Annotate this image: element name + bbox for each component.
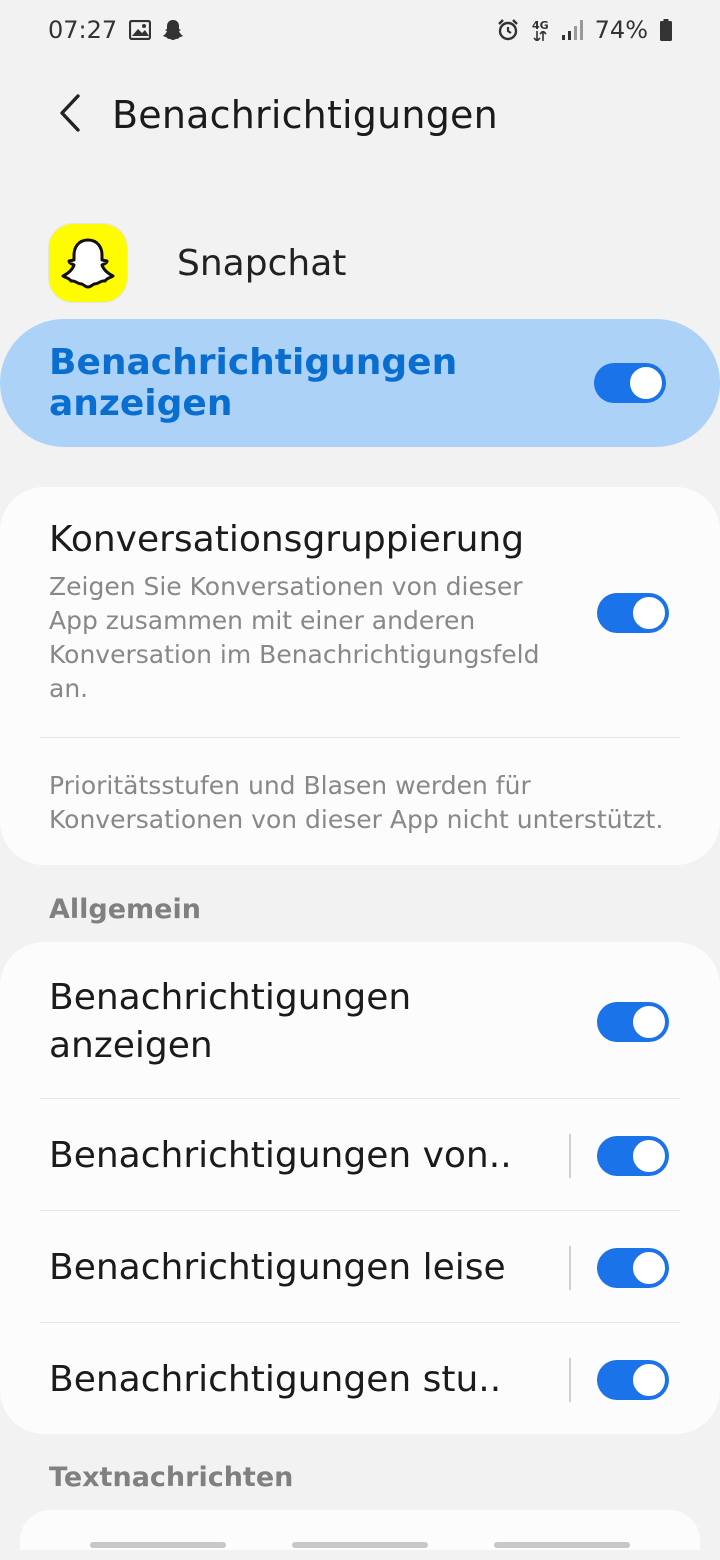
section-header-text-messages: Textnachrichten (49, 1462, 294, 1493)
conversation-grouping-description: Zeigen Sie Konversationen von dieser App… (49, 572, 540, 703)
show-notifications-toggle[interactable] (597, 1002, 669, 1042)
general-item-show-notifications[interactable]: Benachrichtigungen anzeigen (49, 974, 669, 1070)
row-right (569, 1246, 669, 1290)
notifications-from-toggle[interactable] (597, 1136, 669, 1176)
battery-icon (660, 19, 672, 41)
conversation-text: Konversationsgruppierung Zeigen Sie Konv… (49, 519, 559, 706)
master-toggle-label: Benachrichtigungen anzeigen (49, 342, 458, 424)
row-right (569, 1358, 669, 1402)
divider (40, 737, 680, 738)
status-right: 4G 74% (496, 16, 672, 44)
page-title: Benachrichtigungen (112, 93, 498, 137)
alarm-icon (496, 18, 520, 42)
master-toggle-switch[interactable] (594, 363, 666, 403)
divider (40, 1210, 680, 1211)
vertical-separator (569, 1358, 571, 1402)
app-name: Snapchat (177, 242, 347, 284)
app-bar: Benachrichtigungen (0, 70, 720, 160)
toggle-knob (628, 365, 664, 401)
toggle-knob (631, 1362, 667, 1398)
general-item-label: Benachrichtigungen anzeigen (49, 977, 412, 1066)
general-card: Benachrichtigungen anzeigen Benachrichti… (0, 942, 720, 1434)
status-left: 07:27 (48, 16, 184, 44)
general-item-notifications-silent[interactable]: Benachrichtigungen leise (49, 1214, 669, 1322)
image-icon (129, 20, 152, 40)
navigation-bar (0, 1536, 720, 1560)
toggle-knob (631, 1004, 667, 1040)
status-bar: 07:27 4G 74% (0, 0, 720, 60)
conversation-grouping-toggle[interactable] (597, 592, 669, 633)
back-arrow-icon (56, 93, 84, 137)
conversation-note: Prioritätsstufen und Blasen werden für K… (49, 771, 664, 834)
general-item-label: Benachrichtigungen leise (49, 1247, 506, 1288)
conversation-grouping-title: Konversationsgruppierung (49, 519, 525, 560)
toggle-knob (631, 1138, 667, 1174)
notifications-muted-toggle[interactable] (597, 1360, 669, 1400)
master-notification-toggle-row[interactable]: Benachrichtigungen anzeigen (0, 319, 720, 447)
signal-icon (561, 19, 583, 41)
battery-percent: 74% (594, 16, 648, 44)
general-item-notifications-muted[interactable]: Benachrichtigungen stu.. (49, 1326, 669, 1434)
notifications-silent-toggle[interactable] (597, 1248, 669, 1288)
snapchat-ghost-icon (49, 224, 127, 302)
conversation-card: Konversationsgruppierung Zeigen Sie Konv… (0, 487, 720, 865)
network-4g-icon: 4G (532, 20, 549, 41)
divider (40, 1322, 680, 1323)
nav-recent-handle[interactable] (90, 1542, 226, 1548)
vertical-separator (569, 1246, 571, 1290)
section-header-general: Allgemein (49, 894, 201, 925)
toggle-knob (631, 1250, 667, 1286)
conversation-grouping-row[interactable]: Konversationsgruppierung Zeigen Sie Konv… (49, 519, 669, 706)
app-header: Snapchat (0, 218, 720, 308)
divider (40, 1098, 680, 1099)
status-time: 07:27 (48, 16, 118, 44)
back-button[interactable] (40, 80, 100, 150)
network-label: 4G (531, 18, 549, 32)
nav-home-handle[interactable] (292, 1542, 428, 1548)
snapchat-notification-icon (163, 19, 184, 41)
nav-back-handle[interactable] (494, 1542, 630, 1548)
general-item-label: Benachrichtigungen stu.. (49, 1359, 502, 1400)
toggle-knob (631, 594, 667, 631)
general-item-notifications-from[interactable]: Benachrichtigungen von.. (49, 1102, 669, 1210)
vertical-separator (569, 1134, 571, 1178)
row-right (569, 1134, 669, 1178)
general-item-label: Benachrichtigungen von.. (49, 1135, 512, 1176)
